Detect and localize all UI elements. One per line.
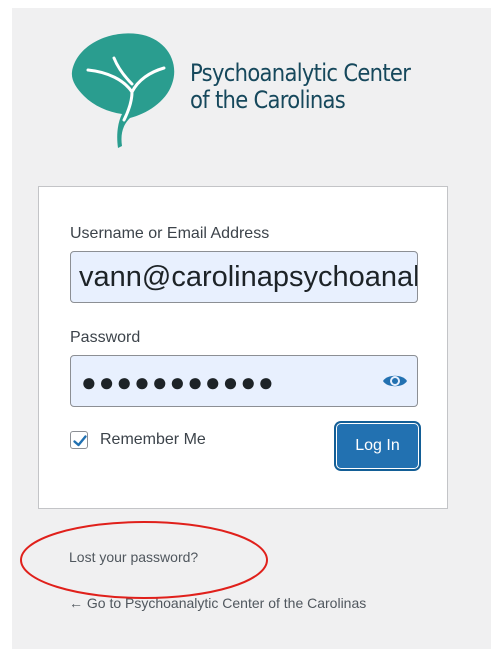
password-masked-value: ●●●●●●●●●●● (81, 367, 276, 397)
login-button[interactable]: Log In (337, 424, 418, 468)
checkmark-icon (73, 435, 87, 447)
lost-password-link[interactable]: Lost your password? (69, 549, 198, 565)
site-logo[interactable]: Psychoanalytic Center of the Carolinas (68, 28, 428, 158)
username-label: Username or Email Address (70, 225, 270, 242)
remember-me-label[interactable]: Remember Me (100, 431, 206, 449)
back-to-site-link[interactable]: ← Go to Psychoanalytic Center of the Car… (69, 595, 366, 611)
remember-me-checkbox[interactable] (70, 431, 88, 449)
login-form: Username or Email Address vann@carolinap… (38, 186, 448, 509)
password-input[interactable]: ●●●●●●●●●●● (70, 355, 418, 407)
username-value: vann@carolinapsychoanalysis.org (79, 261, 418, 293)
username-input[interactable]: vann@carolinapsychoanalysis.org (70, 251, 418, 303)
password-label: Password (70, 329, 141, 346)
eye-icon[interactable] (381, 369, 409, 393)
leaf-logo-icon (71, 33, 175, 148)
logo-line-1: Psychoanalytic Center (190, 59, 411, 87)
logo-text: Psychoanalytic Center of the Carolinas (190, 59, 411, 114)
logo-line-2: of the Carolinas (190, 86, 346, 114)
